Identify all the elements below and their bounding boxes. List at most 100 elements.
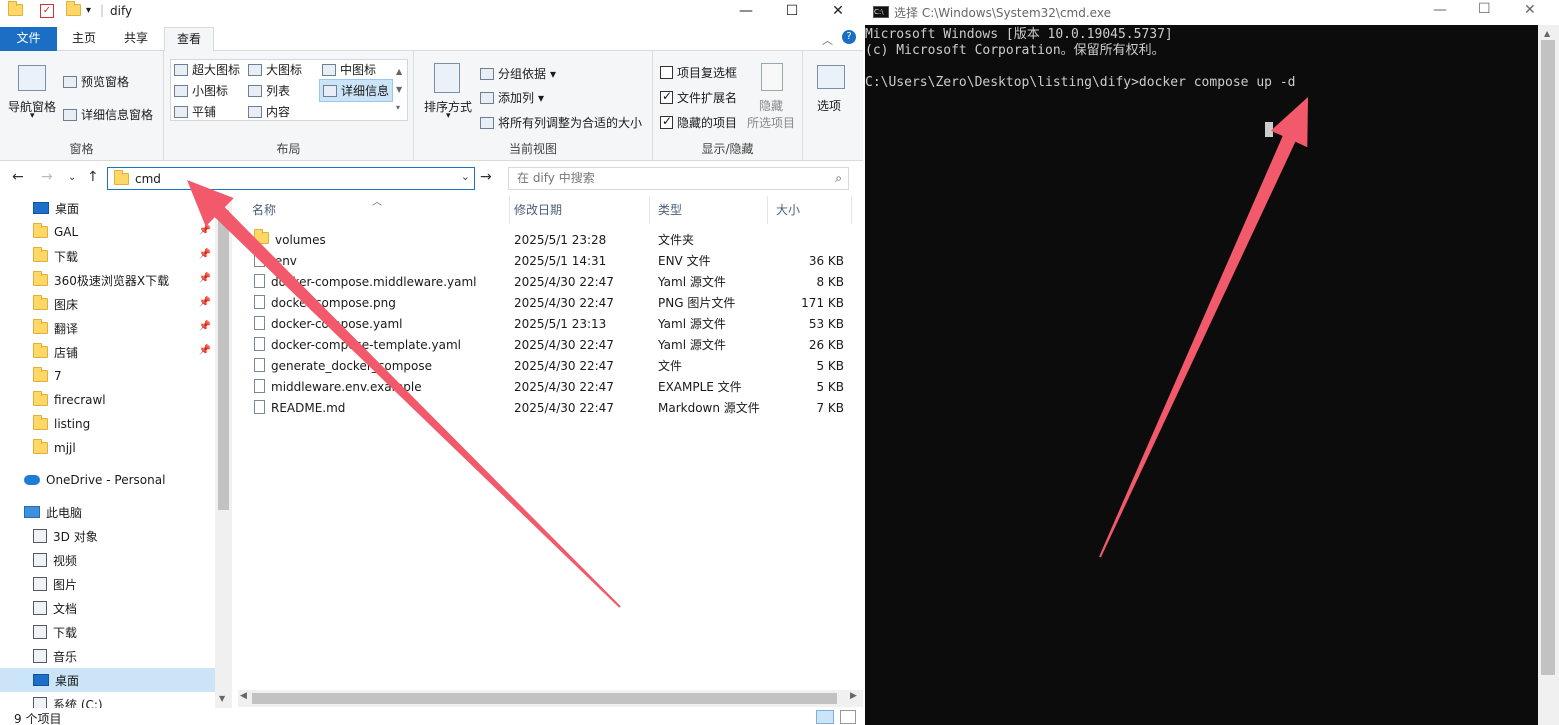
chevron-down-icon[interactable]: ⌄: [461, 170, 470, 183]
nav-scrollbar[interactable]: ▲ ▼: [215, 196, 232, 708]
layout-medium-icons[interactable]: 中图标: [322, 61, 376, 78]
address-bar[interactable]: cmd ⌄: [107, 167, 475, 190]
pin-icon[interactable]: 📌: [199, 273, 211, 284]
table-row[interactable]: README.md 2025/4/30 22:47 Markdown 源文件 7 KB: [232, 398, 863, 419]
nav-item[interactable]: 翻译 📌: [0, 316, 215, 340]
properties-check-icon[interactable]: ✓: [40, 4, 54, 18]
table-row[interactable]: docker-compose.middleware.yaml 2025/4/30 …: [232, 272, 863, 293]
nav-item[interactable]: 360极速浏览器X下载 📌: [0, 268, 215, 292]
checkbox[interactable]: [660, 66, 673, 79]
layout-content[interactable]: 内容: [248, 103, 290, 120]
nav-onedrive[interactable]: OneDrive - Personal: [0, 468, 215, 492]
go-arrow-icon[interactable]: →: [480, 169, 492, 185]
scroll-down-icon[interactable]: ▼: [219, 694, 225, 703]
checkbox[interactable]: [660, 114, 673, 129]
layout-large-icons[interactable]: 大图标: [248, 61, 302, 78]
cmd-minimize-button[interactable]: —: [1433, 2, 1447, 18]
column-size[interactable]: 大小: [768, 196, 852, 224]
details-pane-button[interactable]: 详细信息窗格: [63, 106, 153, 123]
layout-list[interactable]: 列表: [248, 82, 290, 99]
group-by-button[interactable]: 分组依据 ▾: [480, 65, 556, 82]
table-row[interactable]: docker-compose.png 2025/4/30 22:47 PNG 图片文…: [232, 293, 863, 314]
table-row[interactable]: volumes 2025/5/1 23:28 文件夹: [232, 229, 863, 251]
chevron-down-icon[interactable]: ▾: [30, 111, 35, 121]
preview-pane-button[interactable]: 预览窗格: [63, 73, 129, 90]
cmd-scrollbar[interactable]: ▲: [1538, 25, 1559, 725]
table-row[interactable]: generate_docker_compose 2025/4/30 22:47 文件…: [232, 356, 863, 377]
layout-tiles[interactable]: 平铺: [174, 103, 216, 120]
nav-this-pc[interactable]: 此电脑: [0, 500, 215, 524]
file-extensions-toggle[interactable]: 文件扩展名: [660, 89, 737, 106]
table-row[interactable]: middleware.env.example 2025/4/30 22:47 EXA…: [232, 377, 863, 398]
layout-details[interactable]: 详细信息: [319, 79, 394, 102]
forward-arrow-icon[interactable]: →: [41, 169, 53, 185]
cmd-close-button[interactable]: ✕: [1524, 2, 1536, 18]
tab-file[interactable]: 文件: [0, 27, 57, 51]
table-row[interactable]: docker-compose.yaml 2025/5/1 23:13 Yaml 源文…: [232, 314, 863, 335]
nav-item[interactable]: 视频: [0, 548, 215, 572]
column-date[interactable]: 修改日期: [506, 196, 650, 224]
checkbox[interactable]: [660, 89, 673, 104]
layout-extra-large-icons[interactable]: 超大图标: [174, 61, 240, 78]
nav-item[interactable]: 下载: [0, 620, 215, 644]
cmd-scroll-thumb[interactable]: [1541, 40, 1555, 675]
scroll-up-icon[interactable]: ▲: [1544, 29, 1550, 38]
pin-icon[interactable]: 📌: [199, 345, 211, 356]
add-columns-button[interactable]: 添加列 ▾: [480, 89, 544, 106]
column-type[interactable]: 类型: [650, 196, 768, 224]
recent-locations-chevron-icon[interactable]: ⌄: [68, 172, 76, 183]
scroll-up-icon[interactable]: ▲: [219, 196, 225, 205]
maximize-button[interactable]: ☐: [769, 0, 815, 24]
navigation-pane-icon[interactable]: [18, 65, 46, 91]
help-icon[interactable]: ?: [842, 30, 856, 44]
search-input[interactable]: 在 dify 中搜索 ⌕: [508, 167, 849, 190]
sort-by-icon[interactable]: [434, 63, 460, 93]
options-button[interactable]: 选项: [817, 97, 841, 114]
up-arrow-icon[interactable]: ↑: [87, 169, 99, 185]
nav-item[interactable]: firecrawl: [0, 388, 215, 412]
chevron-down-icon[interactable]: ▾: [446, 111, 451, 121]
pin-icon[interactable]: 📌: [199, 225, 211, 236]
nav-item[interactable]: mjjl: [0, 436, 215, 460]
collapse-ribbon-icon[interactable]: ︿: [822, 32, 833, 48]
list-horizontal-scrollbar[interactable]: ◀ ▶: [238, 690, 863, 707]
scroll-left-icon[interactable]: ◀: [240, 691, 247, 701]
scroll-right-icon[interactable]: ▶: [850, 691, 857, 701]
back-arrow-icon[interactable]: ←: [12, 169, 24, 185]
nav-item[interactable]: 音乐: [0, 644, 215, 668]
details-view-toggle-icon[interactable]: [816, 710, 834, 724]
column-name[interactable]: 名称: [244, 196, 510, 224]
list-scroll-thumb[interactable]: [252, 693, 837, 704]
nav-item[interactable]: 文档: [0, 596, 215, 620]
nav-item[interactable]: 桌面: [0, 668, 215, 692]
table-row[interactable]: .env 2025/5/1 14:31 ENV 文件 36 KB: [232, 251, 863, 272]
hidden-items-toggle[interactable]: 隐藏的项目: [660, 114, 737, 131]
close-button[interactable]: ✕: [815, 0, 861, 24]
pin-icon[interactable]: 📌: [199, 297, 211, 308]
nav-item[interactable]: 7: [0, 364, 215, 388]
cmd-maximize-button[interactable]: ☐: [1478, 1, 1491, 17]
nav-item[interactable]: GAL 📌: [0, 220, 215, 244]
size-all-columns-button[interactable]: 将所有列调整为合适的大小: [480, 114, 642, 131]
nav-item[interactable]: 店铺 📌: [0, 340, 215, 364]
nav-item[interactable]: listing: [0, 412, 215, 436]
pin-icon[interactable]: 📌: [199, 201, 211, 212]
nav-scroll-thumb[interactable]: [218, 210, 229, 510]
nav-item[interactable]: 下载 📌: [0, 244, 215, 268]
cmd-console[interactable]: Microsoft Windows [版本 10.0.19045.5737] (…: [865, 25, 1538, 725]
pin-icon[interactable]: 📌: [199, 321, 211, 332]
nav-item[interactable]: 桌面 📌: [0, 196, 215, 220]
table-row[interactable]: docker-compose-template.yaml 2025/4/30 22…: [232, 335, 863, 356]
options-icon[interactable]: [817, 65, 845, 89]
minimize-button[interactable]: —: [723, 0, 769, 24]
nav-item[interactable]: 图床 📌: [0, 292, 215, 316]
address-input[interactable]: cmd: [135, 172, 161, 186]
gallery-scroll-icon[interactable]: ▲ ▼ ▾: [396, 63, 402, 117]
tab-share[interactable]: 共享: [112, 27, 160, 51]
nav-item[interactable]: 3D 对象: [0, 524, 215, 548]
large-icons-toggle-icon[interactable]: [840, 710, 856, 724]
pin-icon[interactable]: 📌: [199, 249, 211, 260]
item-checkboxes-toggle[interactable]: 项目复选框: [660, 64, 737, 81]
new-folder-icon[interactable]: [66, 1, 82, 20]
layout-small-icons[interactable]: 小图标: [174, 82, 228, 99]
